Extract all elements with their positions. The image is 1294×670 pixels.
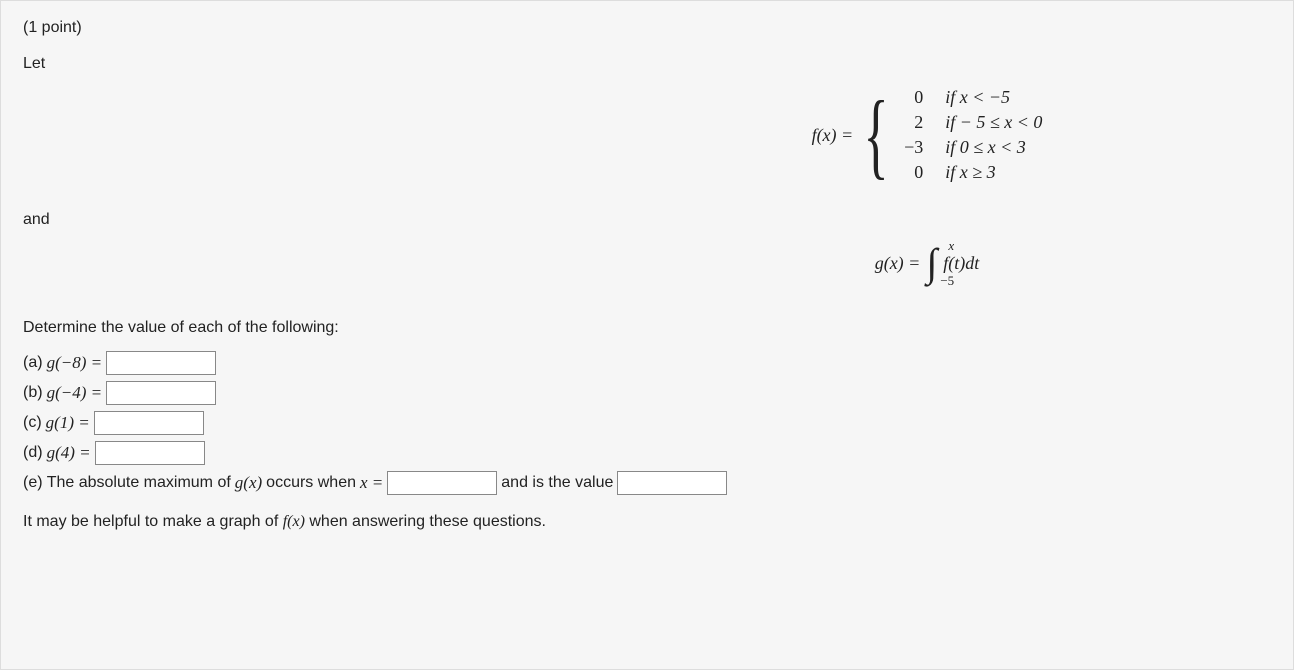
piecewise-definition: f(x) = { 0 if x < −5 2 if − 5 ≤ x < 0 −3… <box>23 87 1271 183</box>
part-e: (e) The absolute maximum of g(x) occurs … <box>23 471 1271 495</box>
part-a-expr: g(−8) = <box>47 353 103 373</box>
part-b-label: (b) <box>23 384 43 402</box>
case-cond: if x < −5 <box>945 87 1042 108</box>
part-d: (d) g(4) = <box>23 441 1271 465</box>
hint-post: when answering these questions. <box>309 513 546 530</box>
case-cond: if 0 ≤ x < 3 <box>945 137 1042 158</box>
part-b: (b) g(−4) = <box>23 381 1271 405</box>
gx-definition: g(x) = ∫ x −5 f(t)dt <box>23 243 1271 283</box>
hint-pre: It may be helpful to make a graph of <box>23 513 283 530</box>
answer-input-a[interactable] <box>106 351 216 375</box>
case-val: 0 <box>895 162 923 183</box>
integrand: f(t)dt <box>943 253 979 274</box>
problem-container: (1 point) Let f(x) = { 0 if x < −5 2 if … <box>0 0 1294 670</box>
part-d-label: (d) <box>23 444 43 462</box>
part-a-label: (a) <box>23 354 43 372</box>
part-c-label: (c) <box>23 414 42 432</box>
points-label: (1 point) <box>23 19 1271 37</box>
answer-input-c[interactable] <box>94 411 204 435</box>
part-c: (c) g(1) = <box>23 411 1271 435</box>
case-val: −3 <box>895 137 923 158</box>
part-b-expr: g(−4) = <box>47 383 103 403</box>
integral-symbol: ∫ x −5 <box>926 243 937 283</box>
gx-lhs: g(x) = <box>875 253 921 274</box>
case-val: 0 <box>895 87 923 108</box>
part-e-xeq: x = <box>360 473 383 493</box>
part-a: (a) g(−8) = <box>23 351 1271 375</box>
intro-let: Let <box>23 55 1271 73</box>
part-e-post: and is the value <box>501 474 613 492</box>
hint-fx: f(x) <box>283 513 305 530</box>
and-text: and <box>23 211 1271 229</box>
part-e-mid: occurs when <box>266 474 356 492</box>
case-cond: if x ≥ 3 <box>945 162 1042 183</box>
integral-upper: x <box>948 239 954 252</box>
answer-input-e-x[interactable] <box>387 471 497 495</box>
determine-text: Determine the value of each of the follo… <box>23 319 1271 337</box>
part-c-expr: g(1) = <box>46 413 90 433</box>
part-d-expr: g(4) = <box>47 443 91 463</box>
left-brace: { <box>864 101 889 168</box>
fx-label: f(x) = <box>812 125 854 146</box>
part-e-gx: g(x) <box>235 473 262 493</box>
answer-input-d[interactable] <box>95 441 205 465</box>
case-cond: if − 5 ≤ x < 0 <box>945 112 1042 133</box>
integral-lower: −5 <box>940 274 954 287</box>
case-val: 2 <box>895 112 923 133</box>
part-e-pre: (e) The absolute maximum of <box>23 474 231 492</box>
hint-text: It may be helpful to make a graph of f(x… <box>23 513 1271 531</box>
piecewise-cases: 0 if x < −5 2 if − 5 ≤ x < 0 −3 if 0 ≤ x… <box>895 87 1042 183</box>
answer-input-b[interactable] <box>106 381 216 405</box>
answer-input-e-val[interactable] <box>617 471 727 495</box>
